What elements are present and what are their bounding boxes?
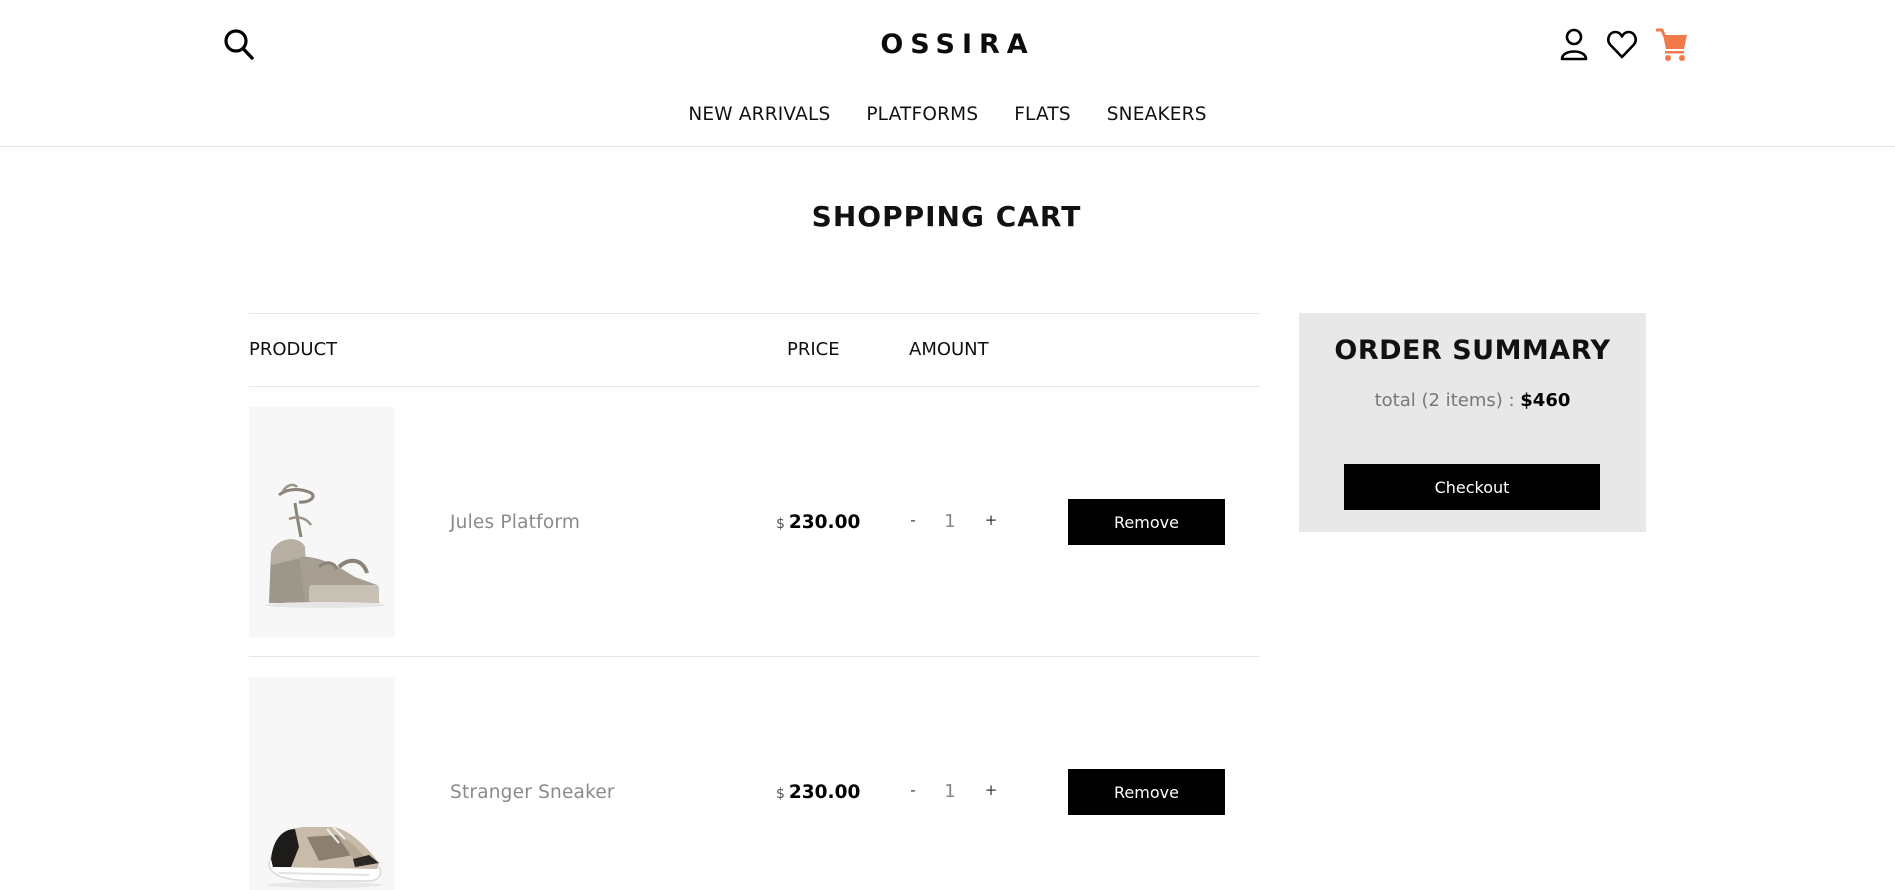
heart-icon[interactable] [1606,27,1640,63]
cart-row: Stranger Sneaker $230.00 - 1 + Remove [249,657,1260,890]
product-name[interactable]: Stranger Sneaker [450,782,615,803]
decrease-quantity-button[interactable]: - [903,781,923,799]
site-header: OSSIRA NEW ARRIVALS PLATFORMS FLATS SNEA… [0,0,1895,147]
quantity-value: 1 [944,511,956,532]
decrease-quantity-button[interactable]: - [903,511,923,529]
cart-row: Jules Platform $230.00 - 1 + Remove [249,387,1260,657]
product-price: $230.00 [776,512,860,533]
nav-flats[interactable]: FLATS [1014,104,1071,125]
product-price: $230.00 [776,782,860,803]
order-total-label: total (2 items) : [1374,390,1515,411]
order-summary: ORDER SUMMARY total (2 items) : $460 Che… [1299,313,1646,532]
column-header-price: PRICE [787,339,840,360]
column-header-product: PRODUCT [249,339,338,360]
price-value: 230.00 [788,512,861,533]
price-value: 230.00 [788,782,861,803]
nav-platforms[interactable]: PLATFORMS [866,104,978,125]
cart-icon[interactable] [1655,27,1690,63]
nav-new-arrivals[interactable]: NEW ARRIVALS [688,104,830,125]
order-total: total (2 items) : $460 [1299,390,1646,411]
product-image-platform-sandal[interactable] [249,407,395,637]
nav-sneakers[interactable]: SNEAKERS [1107,104,1207,125]
product-name[interactable]: Jules Platform [450,512,580,533]
order-summary-title: ORDER SUMMARY [1334,335,1611,366]
checkout-button[interactable]: Checkout [1344,464,1600,510]
product-image-sneaker[interactable] [249,677,395,890]
currency-symbol: $ [776,516,785,532]
quantity-value: 1 [944,781,956,802]
currency-symbol: $ [776,786,785,802]
cart-table: PRODUCT PRICE AMOUNT Jules Platform $ 23… [249,313,1260,890]
increase-quantity-button[interactable]: + [981,781,1001,799]
table-header: PRODUCT PRICE AMOUNT [249,313,1260,387]
page-title: SHOPPING CART [811,200,1082,233]
user-icon[interactable] [1558,27,1592,63]
order-total-amount: $460 [1520,390,1571,411]
increase-quantity-button[interactable]: + [981,511,1001,529]
main-nav: NEW ARRIVALS PLATFORMS FLATS SNEAKERS [0,104,1895,125]
remove-button[interactable]: Remove [1068,499,1225,545]
remove-button[interactable]: Remove [1068,769,1225,815]
column-header-amount: AMOUNT [909,339,989,360]
